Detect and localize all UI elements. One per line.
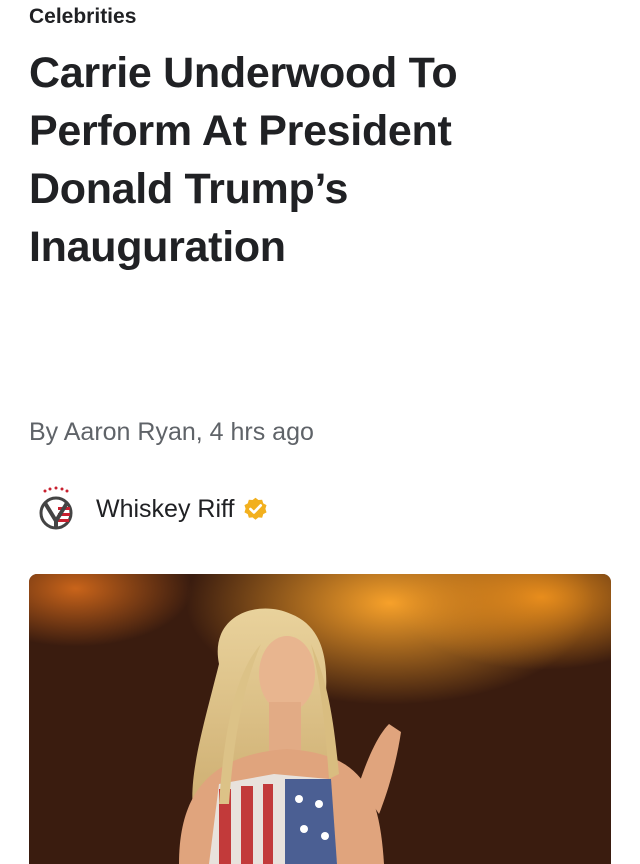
publisher-name[interactable]: Whiskey Riff [96, 495, 234, 524]
whiskey-riff-logo-icon [39, 486, 73, 530]
article-category[interactable]: Celebrities [29, 5, 136, 29]
article-byline: By Aaron Ryan, 4 hrs ago [29, 418, 314, 446]
article-headline[interactable]: Carrie Underwood To Perform At President… [29, 44, 589, 276]
publisher-row[interactable]: Whiskey Riff [36, 484, 269, 534]
verified-badge-icon [244, 497, 267, 520]
hero-image[interactable] [29, 574, 611, 864]
